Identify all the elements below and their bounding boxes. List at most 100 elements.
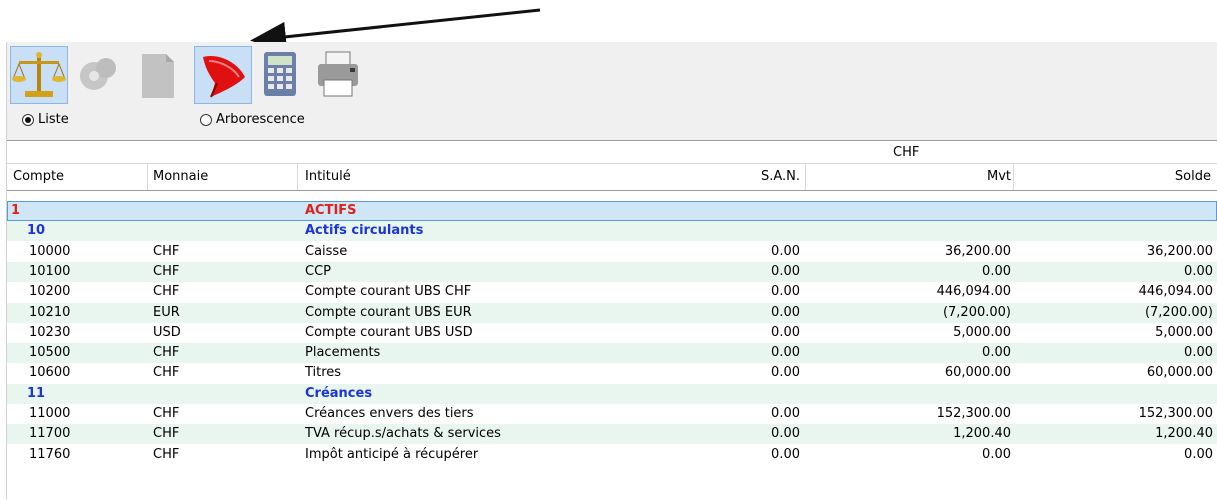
cell-mvt: 0.00 bbox=[982, 263, 1011, 279]
cell-mvt: (7,200.00) bbox=[942, 304, 1011, 320]
cell-monnaie: USD bbox=[153, 324, 181, 340]
cell-solde: 60,000.00 bbox=[1146, 365, 1213, 381]
cell-san: 0.00 bbox=[771, 324, 800, 340]
table-row[interactable]: 10000 CHF Caisse 0.00 36,200.00 36,200.00 bbox=[7, 241, 1217, 262]
gear-icon bbox=[80, 58, 116, 90]
table-row[interactable]: 11700 CHF TVA récup.s/achats & services 0.0… bbox=[7, 424, 1217, 445]
table-row[interactable]: 10210 EUR Compte courant UBS EUR 0.00 (7,200… bbox=[7, 302, 1217, 323]
cell-solde: 446,094.00 bbox=[1138, 284, 1213, 300]
cell-intitule: Compte courant UBS EUR bbox=[305, 304, 472, 320]
tree-radio-dot[interactable] bbox=[200, 113, 212, 126]
cell-solde: 0.00 bbox=[1184, 446, 1213, 462]
cell-san: 0.00 bbox=[771, 263, 800, 279]
cell-intitule: Compte courant UBS USD bbox=[305, 324, 473, 340]
printer-button[interactable] bbox=[310, 46, 368, 104]
filter-button[interactable] bbox=[194, 46, 252, 104]
funnel-filter-icon bbox=[203, 55, 245, 98]
cell-intitule: ACTIFS bbox=[305, 203, 357, 218]
col-intitule[interactable]: Intitulé bbox=[305, 169, 351, 184]
toolbar bbox=[6, 42, 1217, 108]
cell-mvt: 36,200.00 bbox=[944, 243, 1011, 259]
table-row[interactable]: 11000 CHF Créances envers des tiers 0.00 152… bbox=[7, 404, 1217, 424]
cell-mvt: 446,094.00 bbox=[936, 284, 1011, 300]
column-divider bbox=[297, 164, 298, 190]
cell-intitule: Caisse bbox=[305, 243, 348, 259]
table-row[interactable]: 10500 CHF Placements 0.00 0.00 0.00 bbox=[7, 343, 1217, 364]
cell-monnaie: CHF bbox=[153, 446, 180, 462]
list-radio-dot[interactable] bbox=[22, 113, 34, 126]
cell-san: 0.00 bbox=[771, 365, 800, 381]
list-view-radio[interactable]: Liste bbox=[22, 112, 69, 127]
cell-solde: 1,200.40 bbox=[1155, 426, 1213, 442]
cell-compte: 10200 bbox=[29, 284, 71, 300]
cell-mvt: 1,200.40 bbox=[953, 426, 1011, 442]
list-view-label: Liste bbox=[38, 112, 69, 127]
cell-monnaie: CHF bbox=[153, 365, 180, 381]
cell-intitule: Actifs circulants bbox=[305, 223, 424, 239]
balance-scale-icon bbox=[12, 52, 66, 97]
view-mode-selector: Liste Arborescence bbox=[6, 110, 1217, 134]
tree-view-label: Arborescence bbox=[216, 112, 305, 127]
table-row[interactable]: 10 Actifs circulants bbox=[7, 221, 1217, 242]
cell-compte: 1 bbox=[11, 203, 21, 218]
annotation-strip bbox=[0, 0, 1217, 42]
cell-compte: 11 bbox=[27, 385, 46, 401]
cell-compte: 11760 bbox=[29, 446, 71, 462]
cell-mvt: 5,000.00 bbox=[953, 324, 1011, 340]
column-divider bbox=[147, 164, 148, 190]
col-mvt[interactable]: Mvt bbox=[987, 169, 1011, 184]
settings-button[interactable] bbox=[70, 46, 128, 104]
cell-compte: 10100 bbox=[29, 263, 71, 279]
cell-intitule: CCP bbox=[305, 263, 331, 279]
cell-mvt: 60,000.00 bbox=[944, 365, 1011, 381]
cell-mvt: 152,300.00 bbox=[936, 406, 1011, 421]
cell-mvt: 0.00 bbox=[982, 446, 1011, 462]
table-row[interactable]: 1 ACTIFS bbox=[7, 201, 1217, 221]
balance-scale-button[interactable] bbox=[10, 46, 68, 104]
col-monnaie[interactable]: Monnaie bbox=[153, 169, 208, 184]
currency-group-header: CHF bbox=[893, 145, 920, 160]
cell-san: 0.00 bbox=[771, 426, 800, 442]
column-divider bbox=[805, 164, 806, 190]
cell-compte: 11000 bbox=[29, 406, 71, 421]
col-san[interactable]: S.A.N. bbox=[761, 169, 800, 184]
table-row[interactable]: 10200 CHF Compte courant UBS CHF 0.00 446,09… bbox=[7, 282, 1217, 303]
cell-san: 0.00 bbox=[771, 304, 800, 320]
cell-compte: 10210 bbox=[29, 304, 71, 320]
cell-solde: 0.00 bbox=[1184, 345, 1213, 361]
cell-compte: 10000 bbox=[29, 243, 71, 259]
cell-solde: 0.00 bbox=[1184, 263, 1213, 279]
table-row[interactable]: 11760 CHF Impôt anticipé à récupérer 0.00 0.… bbox=[7, 444, 1217, 465]
cell-san: 0.00 bbox=[771, 345, 800, 361]
cell-monnaie: CHF bbox=[153, 243, 180, 259]
cell-compte: 10230 bbox=[29, 324, 71, 340]
document-button[interactable] bbox=[130, 46, 188, 104]
table-row[interactable]: 10230 USD Compte courant UBS USD 0.00 5,000.… bbox=[7, 322, 1217, 343]
cell-monnaie: CHF bbox=[153, 345, 180, 361]
cell-san: 0.00 bbox=[771, 446, 800, 462]
cell-compte: 10 bbox=[27, 223, 46, 239]
cell-solde: 152,300.00 bbox=[1138, 406, 1213, 421]
calculator-icon bbox=[264, 52, 296, 96]
cell-intitule: Placements bbox=[305, 345, 381, 361]
cell-san: 0.00 bbox=[771, 243, 800, 259]
printer-icon bbox=[318, 51, 358, 97]
cell-intitule: Créances bbox=[305, 385, 373, 401]
annotation-arrow bbox=[250, 8, 541, 42]
table-row[interactable]: 10100 CHF CCP 0.00 0.00 0.00 bbox=[7, 261, 1217, 282]
tree-view-radio[interactable]: Arborescence bbox=[200, 112, 305, 127]
cell-solde: 36,200.00 bbox=[1146, 243, 1213, 259]
document-icon bbox=[142, 54, 174, 98]
col-solde[interactable]: Solde bbox=[1175, 169, 1211, 184]
cell-intitule: TVA récup.s/achats & services bbox=[305, 426, 501, 442]
table-row[interactable]: 11 Créances bbox=[7, 383, 1217, 404]
cell-compte: 10600 bbox=[29, 365, 71, 381]
table-row[interactable]: 10600 CHF Titres 0.00 60,000.00 60,000.00 bbox=[7, 363, 1217, 384]
calculator-button[interactable] bbox=[252, 46, 310, 104]
col-compte[interactable]: Compte bbox=[13, 169, 64, 184]
column-header-row: Compte Monnaie Intitulé S.A.N. Mvt Solde bbox=[7, 163, 1217, 191]
cell-monnaie: EUR bbox=[153, 304, 180, 320]
cell-intitule: Impôt anticipé à récupérer bbox=[305, 446, 479, 462]
currency-header-row: CHF bbox=[7, 141, 1217, 163]
cell-intitule: Créances envers des tiers bbox=[305, 406, 474, 421]
